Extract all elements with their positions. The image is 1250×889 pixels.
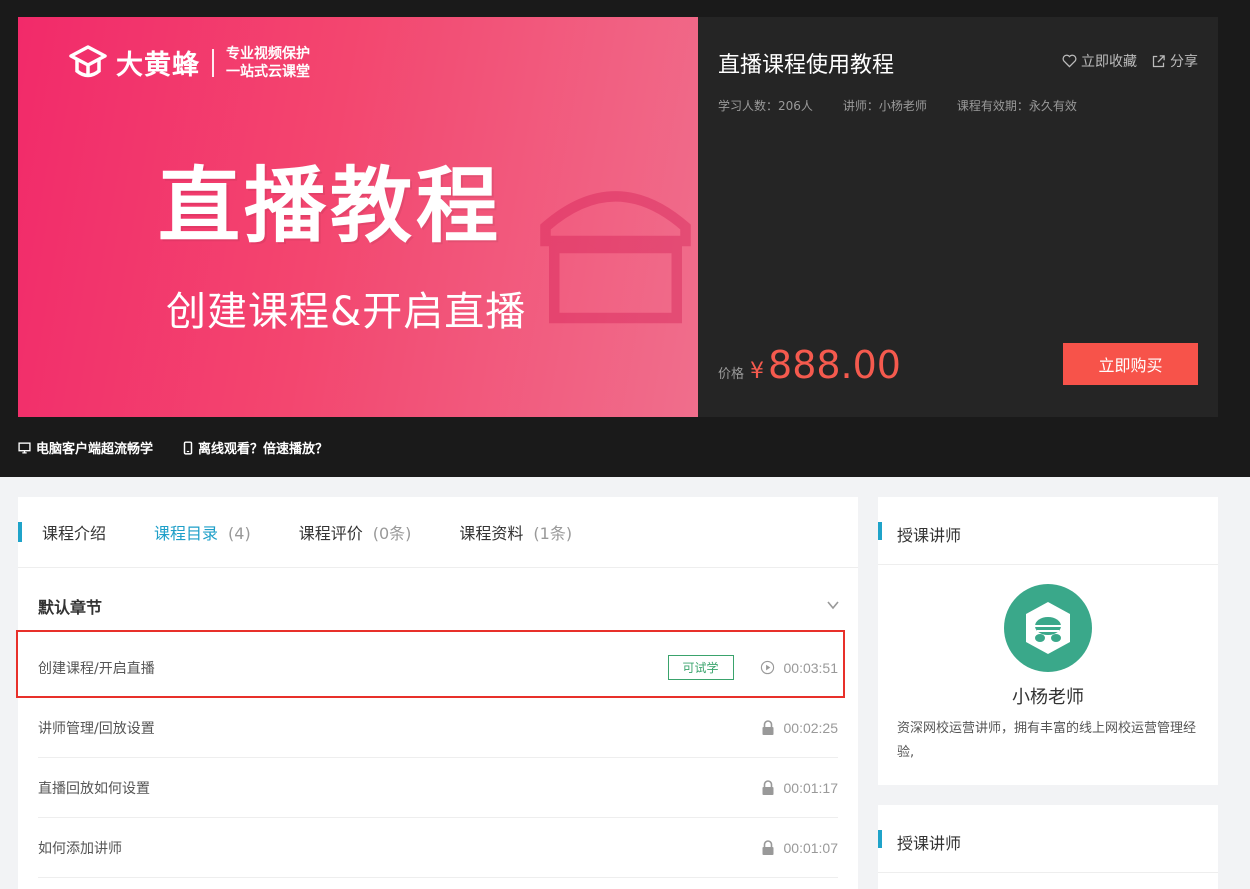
share-button[interactable]: 分享: [1151, 51, 1198, 71]
instructor-card: 授课讲师 小杨老师 资深网校运营讲师，拥有丰富的线上网校运营管理经验,: [878, 497, 1218, 785]
lock-icon: [760, 719, 776, 736]
cover-title: 直播教程: [158, 159, 503, 254]
chapter-title: 默认章节: [38, 598, 103, 617]
lock-icon: [760, 839, 776, 856]
secondary-heading: 授课讲师: [897, 834, 962, 853]
chapter-header[interactable]: 默认章节: [18, 568, 858, 638]
course-tabs: 课程介绍 课程目录 (4) 课程评价 (0条) 课程资料 (1条): [18, 497, 858, 568]
tab-materials-count: (1条): [533, 524, 573, 543]
brand-divider: [212, 48, 214, 77]
monitor-icon: [18, 441, 31, 454]
graduation-cap-icon: [69, 44, 107, 77]
tab-intro-label: 课程介绍: [42, 524, 107, 543]
lesson-duration: 00:02:25: [783, 719, 839, 736]
course-price: 888.00: [768, 343, 901, 387]
tagline-line-2: 一站式云课堂: [226, 63, 310, 80]
lock-icon: [760, 779, 776, 796]
lesson-duration: 00:01:17: [783, 779, 839, 796]
share-icon: [1152, 54, 1165, 67]
tab-reviews-count: (0条): [372, 524, 412, 543]
chevron-down-icon[interactable]: [826, 598, 840, 612]
course-title: 直播课程使用教程: [718, 53, 895, 78]
course-meta: 学习人数：206人 讲师：小杨老师 课程有效期：永久有效: [718, 97, 1077, 114]
course-header-band: 大黄蜂 专业视频保护 一站式云课堂 直播教程 创建课程&开启直播 直播课程使用教…: [0, 0, 1250, 477]
course-validity: 课程有效期：永久有效: [956, 99, 1077, 113]
avatar[interactable]: [1004, 584, 1092, 672]
tab-materials[interactable]: 课程资料 (1条): [459, 520, 572, 544]
tabs-accent-bar: [18, 522, 22, 542]
offline-playback-link[interactable]: 离线观看？倍速播放？: [183, 438, 328, 457]
secondary-accent-bar: [878, 830, 882, 848]
course-cover-image[interactable]: 大黄蜂 专业视频保护 一站式云课堂 直播教程 创建课程&开启直播: [18, 17, 698, 417]
lesson-item[interactable]: 讲师管理/回放设置 00:02:25: [38, 698, 838, 758]
tab-catalog[interactable]: 课程目录 (4): [154, 520, 251, 544]
course-teacher: 讲师：小杨老师: [842, 99, 927, 113]
bee-logo-icon: [1026, 602, 1070, 654]
cloud-classroom-decoration: [540, 191, 691, 324]
brand-logo: 大黄蜂 专业视频保护 一站式云课堂: [68, 43, 310, 82]
instructor-heading: 授课讲师: [897, 526, 962, 545]
play-icon[interactable]: [760, 660, 776, 676]
currency-symbol: ¥: [750, 359, 765, 384]
tab-catalog-count: (4): [228, 524, 251, 543]
price-label: 价格: [718, 367, 745, 382]
lesson-duration: 00:01:07: [783, 839, 839, 856]
feature-links: 电脑客户端超流畅学 离线观看？倍速播放？: [18, 438, 328, 457]
favorite-button[interactable]: 立即收藏: [1062, 51, 1137, 71]
buy-now-button[interactable]: 立即购买: [1063, 343, 1198, 385]
instructor-description: 资深网校运营讲师，拥有丰富的线上网校运营管理经验,: [897, 721, 1197, 760]
mobile-phone-icon: [183, 440, 193, 455]
lesson-item[interactable]: 直播回放如何设置 00:01:17: [38, 758, 838, 818]
tab-catalog-label: 课程目录: [154, 524, 219, 543]
lesson-duration: 00:03:51: [783, 659, 839, 676]
instructor-card-secondary: 授课讲师: [878, 805, 1218, 889]
course-info-panel: 直播课程使用教程 立即收藏 分享 学习人数：206人 讲师：小杨老师 课程有效期…: [698, 17, 1218, 417]
offline-playback-label: 离线观看？倍速播放？: [198, 442, 329, 457]
lesson-name: 如何添加讲师: [38, 840, 122, 857]
secondary-card-header: 授课讲师: [878, 805, 1218, 873]
student-count: 学习人数：206人: [718, 99, 813, 113]
heart-icon: [1062, 54, 1077, 68]
lesson-item[interactable]: 如何添加讲师 00:01:07: [38, 818, 838, 878]
trial-badge[interactable]: 可试学: [667, 655, 734, 680]
lesson-name: 讲师管理/回放设置: [38, 720, 155, 737]
tab-reviews-label: 课程评价: [298, 524, 363, 543]
brand-tagline: 专业视频保护 一站式云课堂: [226, 45, 310, 81]
tab-reviews[interactable]: 课程评价 (0条): [299, 520, 412, 544]
course-actions: 立即收藏 分享: [1062, 51, 1198, 71]
lesson-name: 创建课程/开启直播: [38, 660, 155, 677]
desktop-client-link[interactable]: 电脑客户端超流畅学: [18, 438, 153, 457]
price-row: 价格 ¥ 888.00: [718, 343, 901, 387]
lesson-name: 直播回放如何设置: [38, 780, 150, 797]
lesson-item[interactable]: 创建课程/开启直播 可试学 00:03:51: [38, 638, 838, 698]
share-label: 分享: [1170, 54, 1198, 70]
course-content-card: 课程介绍 课程目录 (4) 课程评价 (0条) 课程资料 (1条) 默认章节 创建课程…: [18, 497, 858, 889]
instructor-accent-bar: [878, 522, 882, 540]
cover-subtitle: 创建课程&开启直播: [166, 289, 527, 335]
tab-intro[interactable]: 课程介绍: [42, 520, 106, 544]
desktop-client-label: 电脑客户端超流畅学: [36, 442, 154, 457]
instructor-card-header: 授课讲师: [878, 497, 1218, 565]
instructor-name: 小杨老师: [1012, 687, 1084, 708]
lesson-list: 创建课程/开启直播 可试学 00:03:51 讲师管理/回放设置 00:02:2…: [18, 638, 858, 878]
tagline-line-1: 专业视频保护: [226, 45, 310, 62]
tab-materials-label: 课程资料: [459, 524, 524, 543]
favorite-label: 立即收藏: [1081, 54, 1137, 70]
brand-name: 大黄蜂: [116, 50, 200, 81]
